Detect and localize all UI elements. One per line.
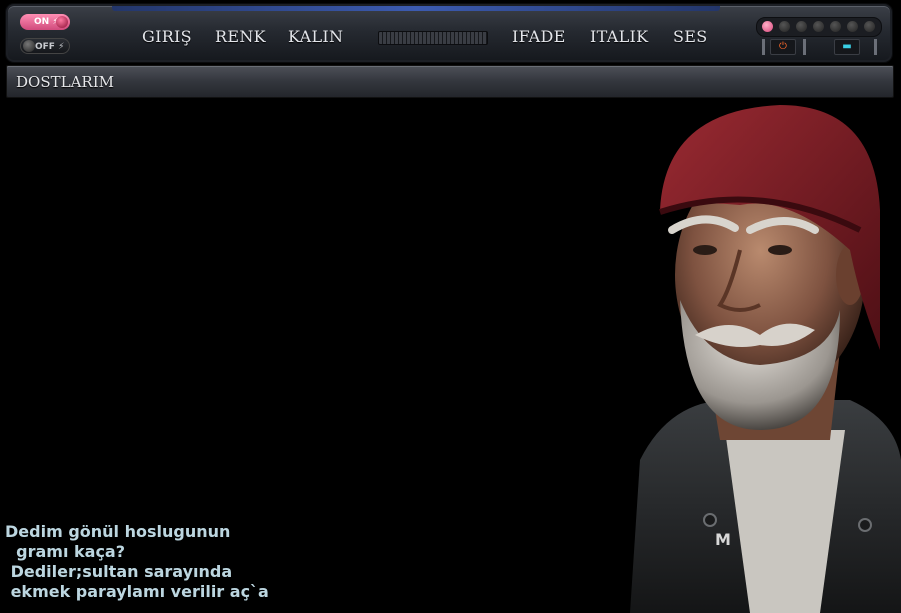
- power-off-label: OFF ⚡: [35, 42, 65, 52]
- toggle-knob-icon: [56, 16, 68, 28]
- divider: [762, 39, 765, 55]
- divider: [874, 39, 877, 55]
- led-icon: [762, 21, 773, 32]
- led-icon: [796, 21, 807, 32]
- menu-item-italik[interactable]: ITALIK: [590, 27, 648, 46]
- divider: [803, 39, 806, 55]
- poem-text: Dedim gönül hoslugunun gramı kaça? Dedil…: [5, 522, 269, 602]
- level-meter: [378, 31, 488, 45]
- led-icon: [813, 21, 824, 32]
- led-indicator-strip: [756, 17, 882, 37]
- menu-item-renk[interactable]: RENK: [215, 27, 266, 46]
- power-off-toggle[interactable]: OFF ⚡: [20, 38, 70, 54]
- poem-line: gramı kaça?: [5, 542, 126, 561]
- poem-line: Dediler;sultan sarayında: [5, 562, 233, 581]
- jacket-button-shape: [858, 518, 872, 532]
- title-bar: DOSTLARIM: [6, 65, 894, 98]
- menu-item-kalin[interactable]: KALIN: [288, 27, 343, 46]
- power-button[interactable]: ⏻: [770, 39, 796, 55]
- watermark-logo: M: [715, 530, 731, 549]
- eye-shape: [768, 245, 792, 255]
- screen-button[interactable]: ▬: [834, 39, 860, 55]
- jacket-button-shape: [703, 513, 717, 527]
- menu-item-ses[interactable]: SES: [673, 27, 708, 46]
- toggle-knob-icon: [23, 40, 35, 52]
- eye-shape: [693, 245, 717, 255]
- portrait-image: M: [630, 105, 901, 613]
- top-toolbar: ON ⚡ OFF ⚡ GIRIŞ RENK KALIN IFADE ITALIK…: [6, 4, 892, 62]
- led-icon: [830, 21, 841, 32]
- menu-item-giris[interactable]: GIRIŞ: [142, 27, 192, 46]
- poem-line: Dedim gönül hoslugunun: [5, 522, 231, 541]
- led-icon: [847, 21, 858, 32]
- led-icon: [779, 21, 790, 32]
- power-on-label: ON ⚡: [34, 17, 59, 27]
- power-on-toggle[interactable]: ON ⚡: [20, 14, 70, 30]
- poem-line: ekmek paraylamı verilir aç`a: [5, 582, 269, 601]
- power-icon: ⏻: [779, 41, 787, 52]
- led-icon: [864, 21, 875, 32]
- screen-icon: ▬: [842, 41, 852, 52]
- page-title: DOSTLARIM: [16, 73, 114, 91]
- menu-item-ifade[interactable]: IFADE: [512, 27, 566, 46]
